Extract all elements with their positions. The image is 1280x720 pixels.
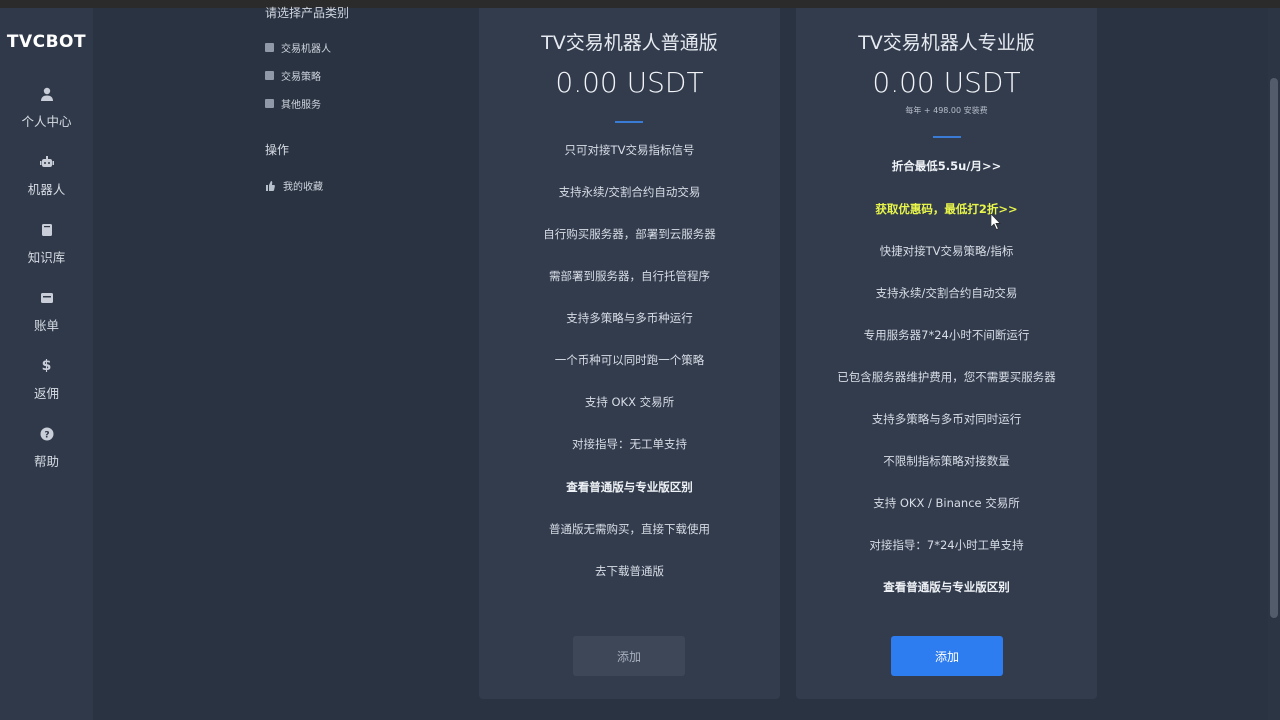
plan-title: TV交易机器人专业版 [858, 32, 1035, 54]
browser-top-strip [0, 0, 1280, 8]
scrollbar-thumb[interactable] [1270, 78, 1278, 618]
sidebar: TVCBOT 个人中心 机器人 知识库 账单 $ 返佣 ? 帮助 [0, 8, 93, 720]
thumb-icon [266, 180, 275, 191]
feature-item: 专用服务器7*24小时不间断运行 [863, 328, 1030, 342]
feature-item: 自行购买服务器，部署到云服务器 [543, 227, 716, 241]
category-item-other-services[interactable]: 其他服务 [265, 96, 321, 111]
plan-card-pro: TV交易机器人专业版 0.00 USDT 每年 + 498.00 安装费 折合最… [796, 8, 1097, 699]
title-divider [933, 136, 961, 138]
feature-item: 一个币种可以同时跑一个策略 [554, 353, 705, 367]
plan-price: 0.00 USDT [555, 66, 704, 99]
compare-versions-link[interactable]: 查看普通版与专业版区别 [796, 579, 1097, 595]
feature-item: 支持多策略与多币对同时运行 [871, 412, 1022, 426]
favorites-link[interactable]: 我的收藏 [265, 178, 323, 193]
bill-icon [39, 290, 55, 306]
help-icon: ? [39, 426, 55, 442]
folder-icon [265, 71, 274, 80]
favorites-label: 我的收藏 [283, 182, 323, 193]
sidebar-item-robot[interactable]: 机器人 [0, 154, 93, 210]
category-label: 交易机器人 [281, 44, 331, 55]
sidebar-item-label: 返佣 [33, 386, 59, 401]
sidebar-item-label: 个人中心 [21, 114, 72, 129]
category-header: 请选择产品类别 [265, 6, 350, 20]
user-icon [39, 86, 55, 102]
sidebar-item-label: 帮助 [33, 454, 59, 469]
folder-icon [265, 43, 274, 52]
feature-item: 支持永续/交割合约自动交易 [558, 185, 701, 199]
coupon-link[interactable]: 获取优惠码，最低打2折>> [796, 201, 1097, 217]
install-fee-note: 每年 + 498.00 安装费 [905, 106, 988, 115]
feature-item: 支持 OKX 交易所 [584, 395, 675, 409]
feature-item: 需部署到服务器，自行托管程序 [549, 269, 710, 283]
plan-title: TV交易机器人普通版 [541, 32, 718, 54]
free-note: 普通版无需购买，直接下载使用 [549, 522, 710, 536]
download-basic-link[interactable]: 去下载普通版 [479, 563, 780, 579]
category-item-trading-robot[interactable]: 交易机器人 [265, 40, 331, 55]
folder-icon [265, 99, 274, 108]
dollar-icon: $ [41, 358, 52, 374]
page-scrollbar[interactable] [1268, 8, 1280, 720]
plan-card-basic: TV交易机器人普通版 0.00 USDT 只可对接TV交易指标信号 支持永续/交… [479, 8, 780, 699]
sidebar-item-bills[interactable]: 账单 [0, 290, 93, 346]
feature-item: 不限制指标策略对接数量 [883, 454, 1010, 468]
feature-item: 对接指导：无工单支持 [572, 437, 687, 451]
sidebar-item-help[interactable]: ? 帮助 [0, 426, 93, 482]
app-logo[interactable]: TVCBOT [0, 32, 93, 52]
category-item-trading-strategy[interactable]: 交易策略 [265, 68, 321, 83]
operations-header: 操作 [265, 143, 290, 157]
robot-icon [39, 154, 55, 170]
svg-text:?: ? [44, 431, 49, 441]
book-icon [39, 222, 55, 238]
category-label: 交易策略 [281, 72, 321, 83]
add-basic-button[interactable]: 添加 [573, 636, 685, 676]
sidebar-item-rebate[interactable]: $ 返佣 [0, 358, 93, 414]
add-pro-button[interactable]: 添加 [891, 636, 1003, 676]
feature-item: 对接指导：7*24小时工单支持 [869, 538, 1024, 552]
sidebar-item-knowledge[interactable]: 知识库 [0, 222, 93, 278]
feature-item: 只可对接TV交易指标信号 [564, 143, 695, 157]
feature-item: 已包含服务器维护费用，您不需要买服务器 [837, 370, 1056, 384]
sidebar-item-label: 机器人 [27, 182, 66, 197]
feature-item: 支持 OKX / Binance 交易所 [873, 496, 1020, 510]
plan-price: 0.00 USDT [872, 66, 1021, 99]
sidebar-item-profile[interactable]: 个人中心 [0, 86, 93, 142]
feature-item: 支持永续/交割合约自动交易 [875, 286, 1018, 300]
feature-item: 支持多策略与多币种运行 [566, 311, 693, 325]
mouse-cursor-icon [991, 214, 1001, 230]
title-divider [615, 121, 643, 123]
sidebar-item-label: 知识库 [27, 250, 66, 265]
feature-item: 快捷对接TV交易策略/指标 [879, 244, 1014, 258]
category-label: 其他服务 [281, 100, 321, 111]
sidebar-item-label: 账单 [33, 318, 59, 333]
compare-versions-link[interactable]: 查看普通版与专业版区别 [479, 479, 780, 495]
monthly-price-link[interactable]: 折合最低5.5u/月>> [796, 158, 1097, 174]
